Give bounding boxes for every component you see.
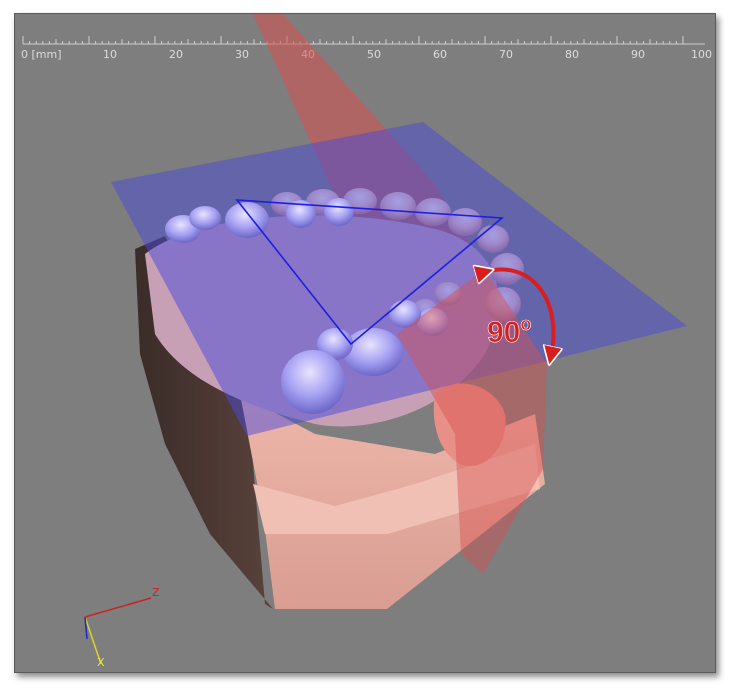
ruler-label-50: 50 — [367, 48, 381, 61]
axis-triad: Z X — [84, 586, 160, 669]
viewport-3d[interactable]: 0 [mm] 10 20 30 40 50 60 70 80 90 100 — [14, 13, 716, 673]
ruler-label-20: 20 — [169, 48, 183, 61]
ruler-label-10: 10 — [103, 48, 117, 61]
ruler-label-70: 70 — [499, 48, 513, 61]
ruler-label-30: 30 — [235, 48, 249, 61]
dental-model-scene[interactable]: 0 [mm] 10 20 30 40 50 60 70 80 90 100 — [15, 14, 715, 672]
z-axis-label: Z — [152, 586, 160, 599]
mm-ruler: 0 [mm] 10 20 30 40 50 60 70 80 90 100 — [21, 36, 712, 61]
ruler-label-80: 80 — [565, 48, 579, 61]
ruler-label-90: 90 — [631, 48, 645, 61]
ruler-label-100: 100 — [691, 48, 712, 61]
z-axis-line — [84, 597, 152, 618]
x-axis-label: X — [97, 656, 105, 669]
ruler-unit-label: 0 [mm] — [21, 48, 62, 61]
ruler-label-60: 60 — [433, 48, 447, 61]
